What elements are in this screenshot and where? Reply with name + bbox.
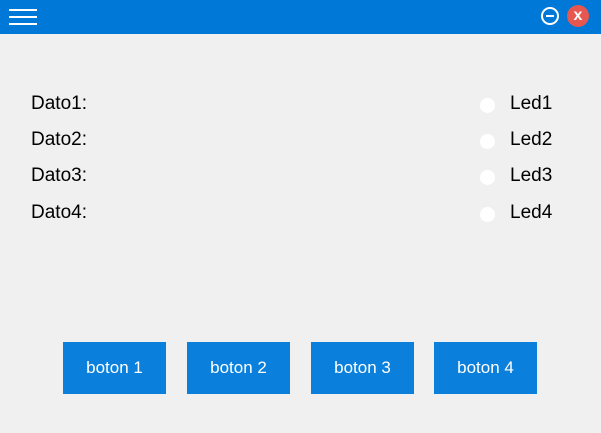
title-bar: x — [0, 0, 601, 34]
dato1-label: Dato1: — [31, 93, 87, 114]
menu-line — [9, 16, 37, 18]
led2-indicator — [480, 134, 495, 149]
hamburger-menu-icon[interactable] — [9, 6, 37, 28]
boton-3-button[interactable]: boton 3 — [311, 342, 414, 394]
close-icon[interactable]: x — [567, 5, 589, 27]
boton-4-button[interactable]: boton 4 — [434, 342, 537, 394]
led3-indicator — [480, 170, 495, 185]
app-window: x Dato1: Dato2: Dato3: Dato4: Led1 Led2 … — [0, 0, 601, 433]
led2-label: Led2 — [510, 129, 553, 150]
boton-2-button[interactable]: boton 2 — [187, 342, 290, 394]
minimize-circle-icon[interactable] — [541, 7, 559, 25]
led1-label: Led1 — [510, 93, 553, 114]
led4-label: Led4 — [510, 202, 553, 223]
led1-indicator — [480, 98, 495, 113]
dato2-label: Dato2: — [31, 129, 87, 150]
led3-label: Led3 — [510, 165, 553, 186]
dato3-label: Dato3: — [31, 165, 87, 186]
menu-line — [9, 23, 37, 25]
dato4-label: Dato4: — [31, 202, 87, 223]
menu-line — [9, 9, 37, 11]
boton-1-button[interactable]: boton 1 — [63, 342, 166, 394]
led4-indicator — [480, 207, 495, 222]
